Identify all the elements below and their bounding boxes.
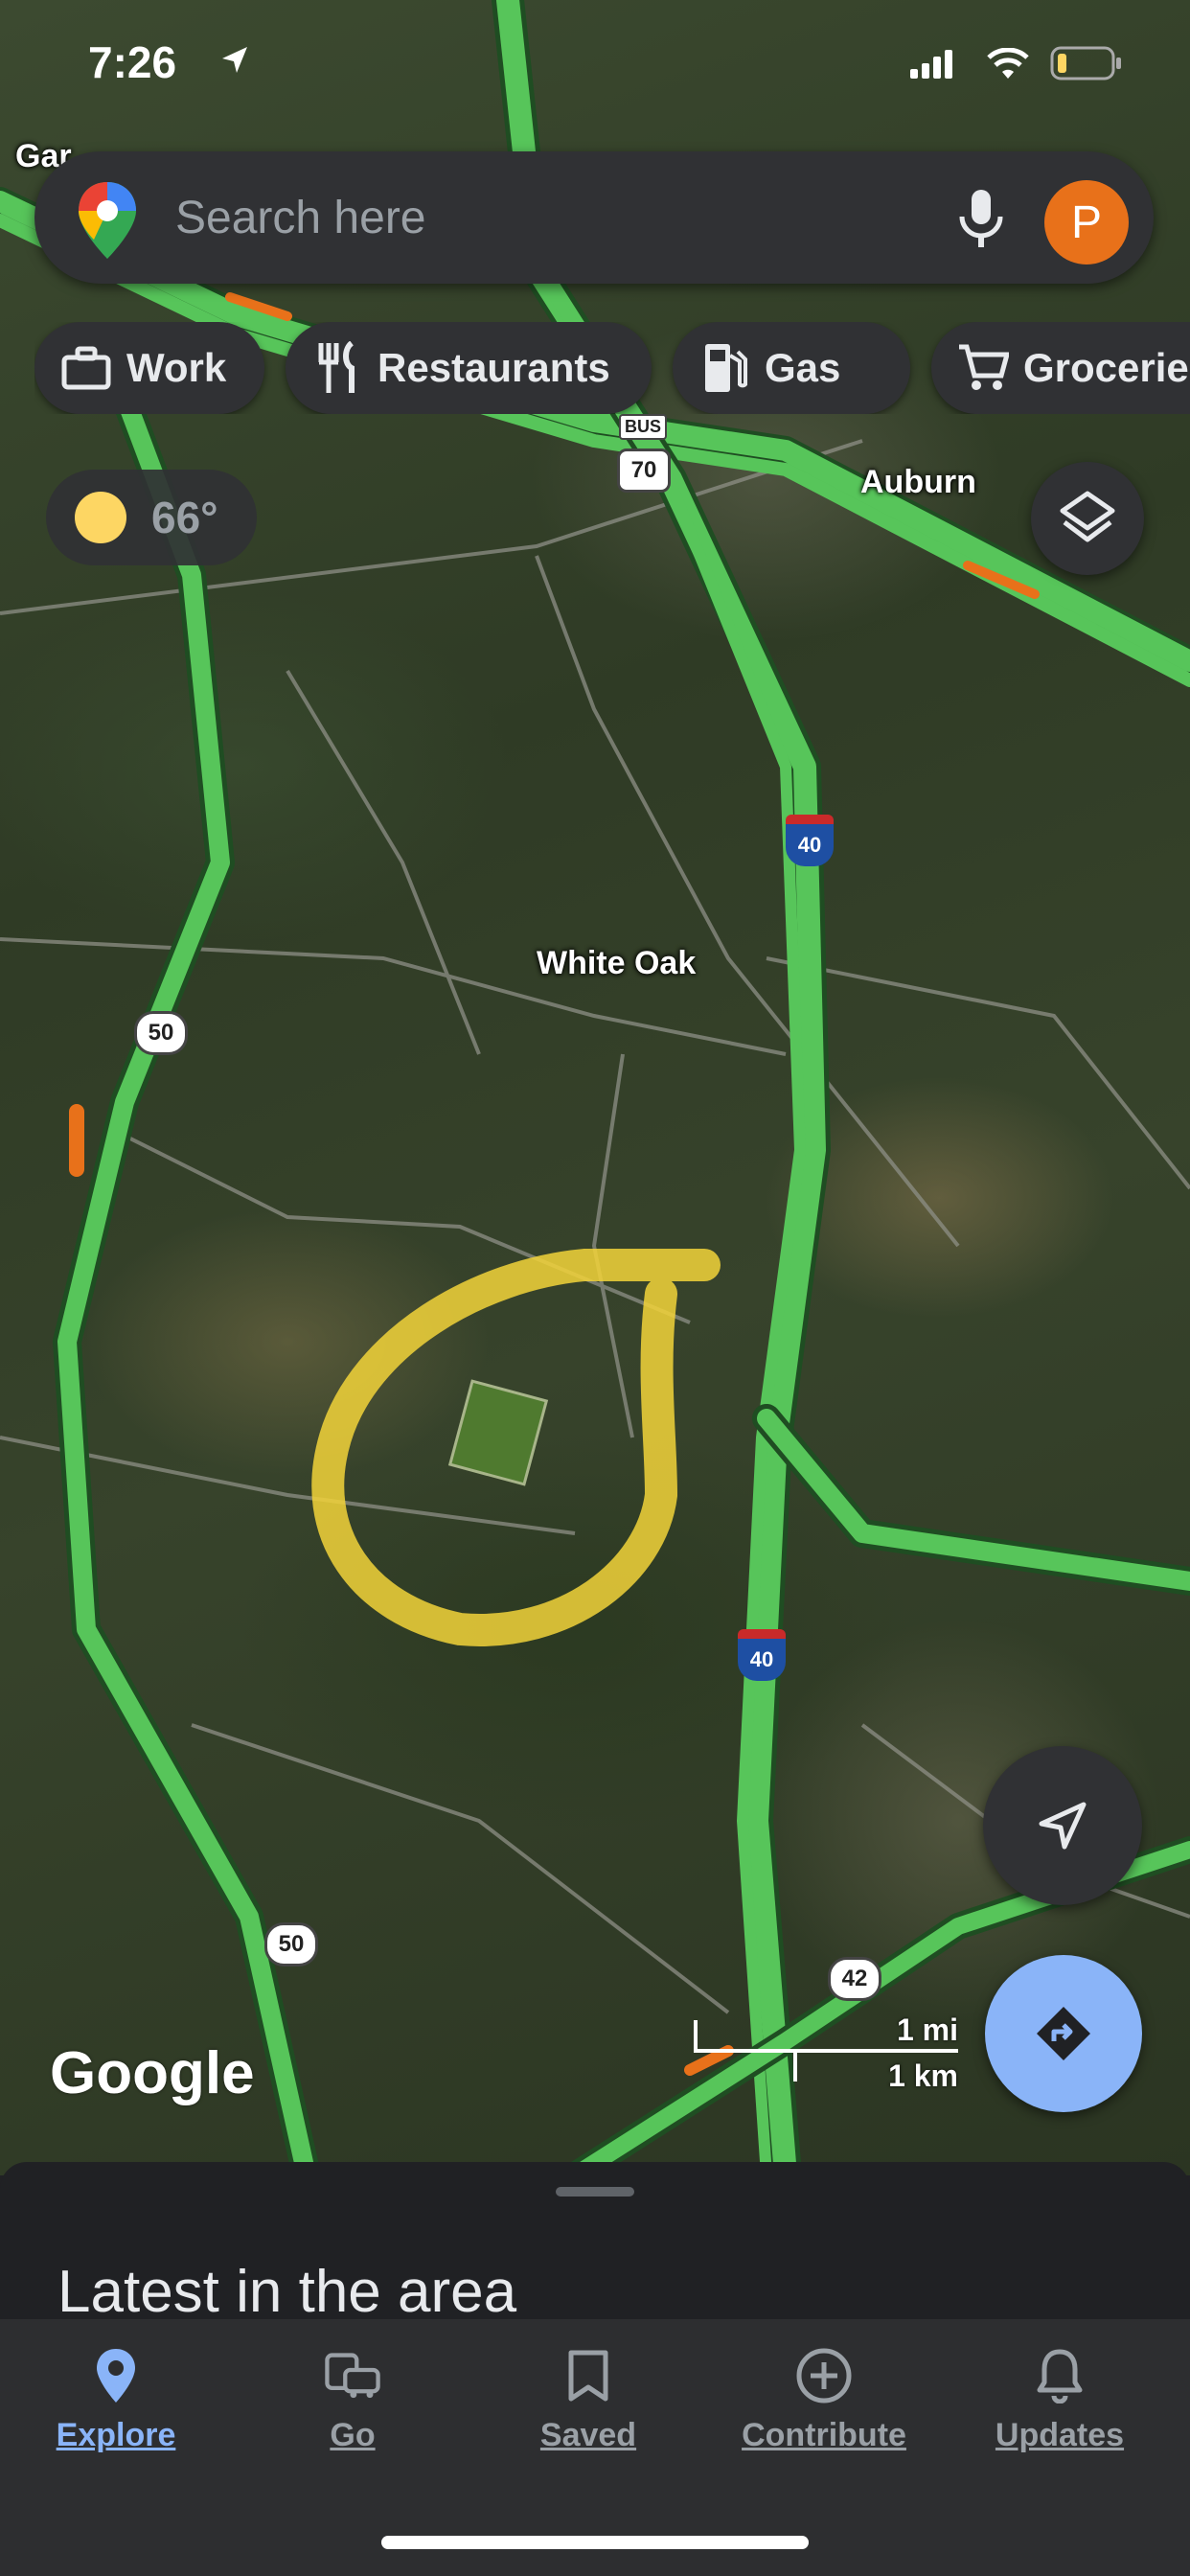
microphone-icon[interactable] bbox=[952, 188, 1010, 249]
bell-icon bbox=[1037, 2349, 1083, 2404]
chip-work[interactable]: Work bbox=[34, 322, 264, 414]
place-label-auburn: Auburn bbox=[860, 464, 976, 500]
route-bus-tag: BUS bbox=[619, 414, 668, 440]
tab-label: Explore bbox=[56, 2417, 176, 2453]
plus-circle-icon bbox=[796, 2348, 852, 2404]
location-arrow-icon bbox=[222, 47, 247, 73]
tab-go[interactable]: Go bbox=[247, 2346, 458, 2471]
bookmark-icon bbox=[568, 2350, 608, 2402]
interstate-shield-40-south: 40 bbox=[738, 1629, 786, 1681]
sheet-title: Latest in the area bbox=[57, 2259, 517, 2325]
directions-button[interactable] bbox=[985, 1955, 1142, 2112]
search-bar[interactable]: P bbox=[34, 151, 1154, 284]
map-scale: 1 mi 1 km bbox=[690, 2012, 968, 2108]
tab-label: Saved bbox=[539, 2417, 637, 2453]
wifi-icon bbox=[987, 48, 1029, 79]
commute-icon bbox=[325, 2353, 380, 2399]
category-chips: Work Restaurants Gas Grocerie bbox=[34, 322, 1190, 414]
chip-label: Gas bbox=[765, 345, 841, 390]
search-input[interactable] bbox=[173, 188, 905, 247]
status-bar: 7:26 bbox=[0, 29, 1190, 105]
chip-label: Work bbox=[126, 345, 227, 390]
scale-miles: 1 mi bbox=[896, 2012, 958, 2047]
chip-label: Restaurants bbox=[378, 345, 610, 390]
layers-icon bbox=[1060, 491, 1115, 542]
briefcase-icon bbox=[61, 346, 111, 390]
tab-label: Contribute bbox=[742, 2417, 906, 2453]
cellular-signal-icon bbox=[910, 50, 952, 79]
layers-button[interactable] bbox=[1031, 462, 1144, 575]
cart-icon bbox=[959, 344, 1009, 390]
directions-icon bbox=[1037, 2007, 1090, 2060]
fork-knife-icon bbox=[318, 341, 355, 393]
tab-contribute[interactable]: Contribute bbox=[719, 2346, 929, 2471]
status-time: 7:26 bbox=[88, 37, 177, 87]
tab-updates[interactable]: Updates bbox=[954, 2346, 1165, 2471]
tab-label: Go bbox=[330, 2417, 376, 2453]
route-shield-70: 70 bbox=[617, 448, 671, 493]
chip-label: Groceries bbox=[1023, 345, 1190, 390]
tab-explore[interactable]: Explore bbox=[11, 2346, 221, 2471]
weather-chip[interactable]: 66° bbox=[46, 470, 257, 565]
tab-saved[interactable]: Saved bbox=[483, 2346, 694, 2471]
route-shield-42: 42 bbox=[828, 1957, 881, 2001]
route-shield-50-south: 50 bbox=[264, 1922, 318, 1966]
route-shield-50: 50 bbox=[134, 1011, 188, 1055]
my-location-button[interactable] bbox=[983, 1746, 1142, 1905]
navigation-arrow-icon bbox=[1039, 1802, 1087, 1850]
battery-icon bbox=[1050, 46, 1121, 80]
scale-kilometers: 1 km bbox=[888, 2058, 958, 2093]
google-maps-pin-icon bbox=[79, 182, 136, 259]
sun-icon bbox=[75, 492, 126, 543]
interstate-shield-40: 40 bbox=[786, 815, 834, 866]
place-label-white-oak: White Oak bbox=[537, 945, 697, 981]
gas-pump-icon bbox=[705, 344, 747, 392]
explore-pin-icon bbox=[97, 2349, 135, 2403]
chip-gas[interactable]: Gas bbox=[673, 322, 910, 414]
tab-label: Updates bbox=[995, 2417, 1125, 2453]
chip-groceries[interactable]: Groceries bbox=[931, 322, 1190, 414]
sheet-drag-handle[interactable] bbox=[556, 2187, 634, 2196]
temperature: 66° bbox=[151, 493, 218, 542]
chip-restaurants[interactable]: Restaurants bbox=[286, 322, 652, 414]
avatar[interactable]: P bbox=[1044, 180, 1129, 264]
google-logo: Google bbox=[50, 2040, 255, 2106]
home-indicator[interactable] bbox=[381, 2536, 809, 2549]
